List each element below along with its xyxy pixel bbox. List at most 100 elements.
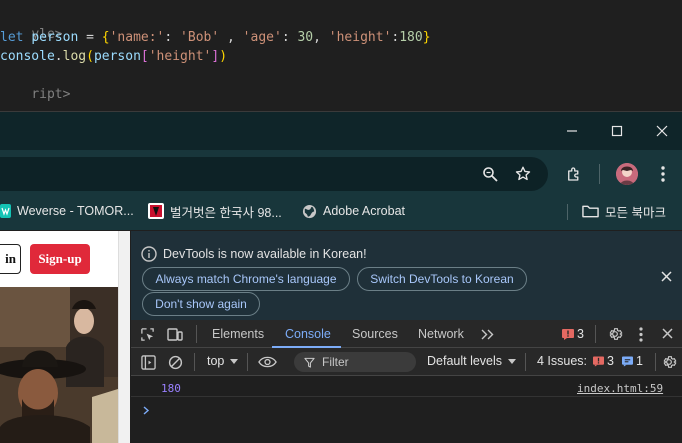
key-height: 'height' [328, 30, 392, 45]
console-toolbar: top Filter Default levels 4 Issues: 3 1 [131, 348, 682, 376]
bookmark-weverse[interactable]: Weverse - TOMOR... [0, 196, 134, 226]
log-function: log [62, 49, 87, 64]
error-badge-count[interactable]: 3 [577, 327, 584, 341]
bookmark-star-button[interactable] [512, 163, 534, 185]
infobar-message: DevTools is now available in Korean! [163, 247, 367, 261]
login-button[interactable]: in [0, 244, 21, 274]
console-log-value: 180 [161, 382, 181, 395]
code-editor[interactable]: yle> let person = {'name:': 'Bob' , 'age… [0, 0, 682, 111]
bookmark-label: 벌거벗은 한국사 98... [170, 205, 282, 220]
signup-label: Sign-up [38, 251, 82, 266]
zoom-button[interactable] [479, 163, 501, 185]
console-filter-input[interactable]: Filter [294, 352, 416, 372]
close-icon [656, 125, 668, 137]
folder-icon [582, 204, 599, 218]
filter-icon [304, 357, 315, 368]
console-prompt-icon[interactable] [143, 406, 150, 415]
more-tabs-chevron-icon[interactable] [481, 329, 494, 340]
code-line-2: let person = {'name:': 'Bob' , 'age': 30… [0, 30, 431, 45]
maximize-icon [611, 125, 623, 137]
extensions-button[interactable] [563, 163, 585, 185]
browser-titlebar [0, 112, 682, 150]
switch-korean-button[interactable]: Switch DevTools to Korean [357, 267, 527, 291]
tabs-separator [196, 325, 197, 343]
sidebar-toggle-icon[interactable] [141, 355, 156, 370]
value-age: 30 [297, 30, 314, 45]
dont-show-again-button[interactable]: Don't show again [142, 292, 260, 316]
issues-label: 4 Issues: [537, 354, 588, 368]
brace-open: { [101, 30, 110, 45]
tab-network-label: Network [418, 327, 464, 341]
device-toolbar-icon[interactable] [167, 327, 183, 342]
tab-elements[interactable]: Elements [212, 320, 264, 348]
code-line-1: yle> [0, 6, 62, 42]
tab-console-label: Console [285, 327, 331, 341]
context-label: top [207, 354, 225, 368]
bookmark-adobe-acrobat[interactable]: Adobe Acrobat [302, 196, 405, 226]
assign-op: = [78, 30, 102, 45]
puzzle-icon [568, 167, 579, 181]
tab-elements-label: Elements [212, 327, 265, 341]
script-close-tag: ript> [31, 87, 71, 102]
dropdown-arrow-icon [508, 358, 517, 364]
console-separator-3 [525, 353, 526, 371]
minimize-button[interactable] [549, 112, 595, 150]
switch-korean-label: Switch DevTools to Korean [370, 272, 514, 286]
maximize-button[interactable] [594, 112, 640, 150]
key-name: 'name:' [109, 30, 165, 45]
login-label: in [5, 251, 16, 266]
bookmarks-separator [567, 204, 568, 220]
signup-button[interactable]: Sign-up [30, 244, 90, 274]
devtools-panel: DevTools is now available in Korean! Alw… [131, 231, 682, 443]
kebab-menu-icon [661, 166, 665, 182]
settings-gear-icon[interactable] [607, 326, 623, 342]
tv-logo-icon [148, 203, 164, 219]
live-expression-eye-icon[interactable] [258, 356, 277, 368]
bookmarks-bar: Weverse - TOMOR... 벌거벗은 한국사 98... Adobe … [0, 196, 682, 230]
error-badge-icon [562, 329, 574, 340]
code-line-4: ript> [0, 66, 70, 102]
let-keyword: let [0, 30, 24, 45]
bookmarks-folder-label: 모든 북마크 [605, 205, 666, 220]
match-language-button[interactable]: Always match Chrome's language [142, 267, 350, 291]
key-age: 'age' [242, 30, 282, 45]
context-selector[interactable]: top [207, 354, 239, 368]
movie-poster-image [0, 287, 118, 443]
profile-avatar[interactable] [616, 163, 638, 185]
bookmark-label: Adobe Acrobat [323, 204, 406, 218]
close-infobar-icon[interactable] [661, 271, 672, 282]
tab-sources[interactable]: Sources [352, 320, 398, 348]
address-bar[interactable] [0, 157, 548, 191]
brace-close: } [422, 30, 431, 45]
browser-menu-button[interactable] [653, 163, 673, 185]
issues-error-icon [593, 355, 605, 367]
all-bookmarks-folder[interactable]: 모든 북마크 [582, 196, 666, 226]
page-scrollbar[interactable] [118, 231, 130, 443]
close-devtools-icon[interactable] [662, 328, 673, 339]
arg-person: person [93, 49, 141, 64]
tab-network[interactable]: Network [418, 320, 464, 348]
match-language-label: Always match Chrome's language [155, 272, 337, 286]
clear-console-icon[interactable] [168, 355, 183, 370]
tab-sources-label: Sources [352, 327, 398, 341]
devtools-menu-icon[interactable] [639, 327, 643, 342]
bookmark-label: Weverse - TOMOR... [17, 204, 134, 218]
inspect-element-icon[interactable] [140, 327, 155, 342]
devtools-tabs-bar: Elements Console Sources Network 3 [131, 320, 682, 348]
log-levels-dropdown[interactable]: Default levels [427, 354, 517, 368]
close-window-button[interactable] [639, 112, 682, 150]
issues-counter[interactable]: 4 Issues: 3 1 [537, 354, 643, 368]
issues-info-icon [621, 355, 633, 367]
dont-show-again-label: Don't show again [155, 297, 247, 311]
issues-info-count: 1 [635, 354, 643, 368]
globe-icon [302, 204, 317, 219]
weverse-icon [0, 204, 11, 218]
bookmark-korean-history[interactable]: 벌거벗은 한국사 98... [148, 196, 282, 226]
console-output[interactable]: 180 index.html:59 [131, 376, 682, 443]
devtools-language-infobar: DevTools is now available in Korean! Alw… [131, 231, 682, 320]
code-line-3: console.log(person['height']) [0, 49, 228, 64]
console-settings-gear-icon[interactable] [661, 354, 677, 370]
console-source-link[interactable]: index.html:59 [577, 382, 663, 395]
tab-console[interactable]: Console [285, 320, 331, 348]
toolbar-separator [599, 164, 600, 184]
